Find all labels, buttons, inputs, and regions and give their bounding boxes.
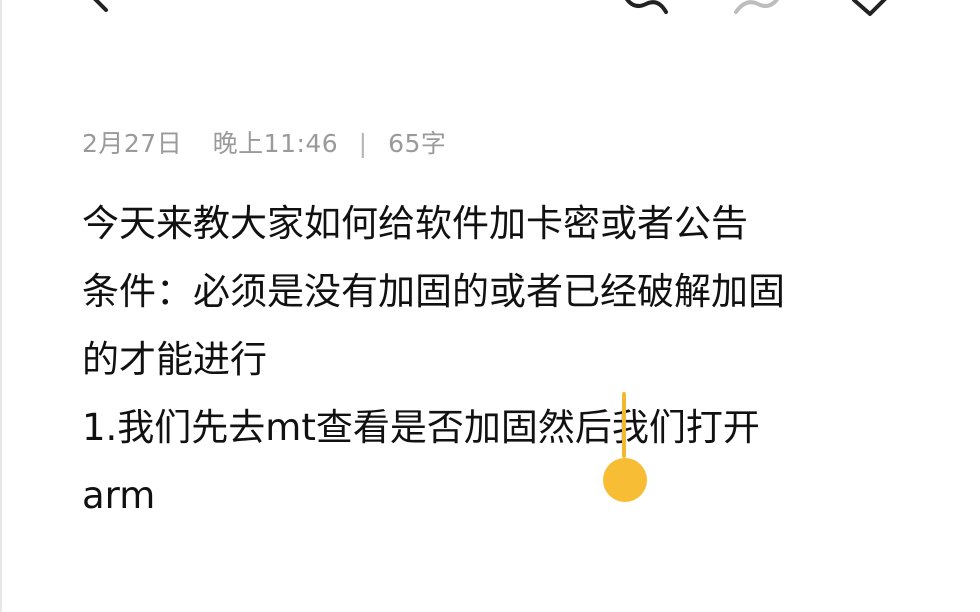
note-char-count: 65字 xyxy=(388,129,447,158)
note-line[interactable]: arm xyxy=(82,462,912,530)
undo-icon[interactable] xyxy=(622,0,672,24)
cursor-drag-handle[interactable] xyxy=(603,458,647,502)
top-toolbar xyxy=(2,0,980,30)
note-line[interactable]: 今天来教大家如何给软件加卡密或者公告 xyxy=(82,190,912,258)
note-body[interactable]: 今天来教大家如何给软件加卡密或者公告 条件：必须是没有加固的或者已经破解加固 的… xyxy=(82,190,912,530)
redo-icon[interactable] xyxy=(732,0,782,24)
check-icon[interactable] xyxy=(850,0,894,24)
note-metadata: 2月27日 晚上11:46 | 65字 xyxy=(82,124,446,160)
chevron-left-icon[interactable] xyxy=(80,0,120,20)
meta-separator: | xyxy=(358,129,368,158)
note-line[interactable]: 1.我们先去mt查看是否加固然后我们打开 xyxy=(82,394,912,462)
note-time: 晚上11:46 xyxy=(212,129,339,158)
text-cursor xyxy=(622,392,626,458)
note-date: 2月27日 xyxy=(82,129,183,158)
note-editor: 2月27日 晚上11:46 | 65字 今天来教大家如何给软件加卡密或者公告 条… xyxy=(0,0,980,612)
note-line[interactable]: 的才能进行 xyxy=(82,326,912,394)
note-line[interactable]: 条件：必须是没有加固的或者已经破解加固 xyxy=(82,258,912,326)
